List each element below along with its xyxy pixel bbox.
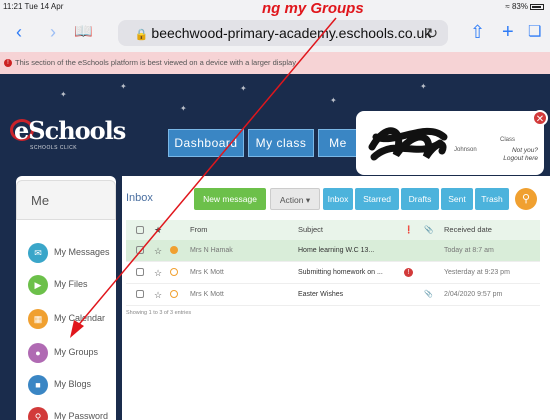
star-icon[interactable]: ☆ — [154, 240, 162, 262]
row-received: 2/04/2020 9:57 pm — [444, 291, 503, 298]
row-received: Today at 8:7 am — [444, 247, 494, 254]
table-row[interactable]: ☆ Mrs N Hamak Home learning W.C 13... To… — [126, 240, 540, 262]
row-from: Mrs K Mott — [190, 269, 224, 276]
battery-indicator: ≈ 83% — [505, 2, 544, 11]
sidebar-title: Me — [16, 180, 116, 220]
sidebar: Me ✉ My Messages ▶ My Files ▦ My Calendar ●… — [16, 176, 116, 420]
user-name: Johnson — [454, 147, 477, 153]
new-tab-icon[interactable]: + — [502, 21, 514, 43]
sidebar-item-my-files[interactable]: ▶ My Files — [28, 272, 128, 296]
tab-sent[interactable]: Sent — [441, 188, 473, 210]
star-icon: ✦ — [180, 104, 187, 113]
star-column-icon: ★ — [154, 225, 163, 235]
user-panel: Johnson Class Not you? Logout here — [356, 111, 544, 175]
sidebar-item-my-calendar[interactable]: ▦ My Calendar — [28, 306, 128, 330]
inbox-title: Inbox — [126, 192, 153, 204]
tab-drafts[interactable]: Drafts — [401, 188, 439, 210]
status-time: 11:21 Tue 14 Apr — [3, 2, 64, 11]
message-table: ★ From Subject ❗ 📎 Received date ☆ Mrs N… — [126, 220, 540, 306]
column-received-date[interactable]: Received date — [444, 220, 492, 240]
display-notice: ! This section of the eSchools platform i… — [0, 52, 550, 74]
url-text: beechwood-primary-academy.eschools.co.uk — [151, 25, 432, 41]
row-received: Yesterday at 9:23 pm — [444, 269, 510, 276]
table-row[interactable]: ☆ Mrs K Mott Submitting homework on ... … — [126, 262, 540, 284]
address-bar[interactable]: 🔒 beechwood-primary-academy.eschools.co.u… — [118, 20, 448, 46]
read-flag-icon — [170, 290, 178, 299]
folder-icon: ▶ — [28, 274, 48, 295]
back-icon[interactable]: ‹ — [16, 21, 22, 43]
groups-icon: ● — [28, 342, 48, 363]
sidebar-item-my-messages[interactable]: ✉ My Messages — [28, 240, 128, 264]
row-subject[interactable]: Home learning W.C 13... — [298, 240, 374, 262]
table-header: ★ From Subject ❗ 📎 Received date — [126, 220, 540, 240]
battery-icon — [530, 3, 544, 10]
tab-starred[interactable]: Starred — [355, 188, 399, 210]
logout-link[interactable]: Not you? Logout here — [496, 147, 538, 163]
row-subject[interactable]: Easter Wishes — [298, 284, 343, 306]
nav-my-class[interactable]: My class — [248, 129, 314, 157]
star-icon: ✦ — [330, 96, 337, 105]
eschools-logo[interactable]: eSchools SCHOOLS CLICK — [14, 116, 126, 151]
star-icon: ✦ — [120, 82, 127, 91]
column-from[interactable]: From — [190, 220, 208, 240]
sidebar-item-my-groups[interactable]: ● My Groups — [28, 340, 128, 364]
star-icon[interactable]: ☆ — [154, 284, 162, 306]
star-icon: ✦ — [420, 82, 427, 91]
sidebar-item-my-blogs[interactable]: ■ My Blogs — [28, 372, 128, 396]
unread-flag-icon — [170, 246, 178, 255]
tab-trash[interactable]: Trash — [475, 188, 509, 210]
bookmarks-icon[interactable]: 📖 — [74, 21, 93, 43]
row-checkbox[interactable] — [136, 290, 144, 299]
attachment-icon: 📎 — [424, 291, 433, 298]
tab-inbox[interactable]: Inbox — [323, 188, 353, 210]
info-icon: ! — [4, 59, 12, 68]
alert-icon: ! — [404, 267, 413, 277]
entries-summary: Showing 1 to 3 of 3 entries — [126, 310, 192, 316]
nav-dashboard[interactable]: Dashboard — [168, 129, 244, 157]
row-checkbox[interactable] — [136, 268, 144, 277]
row-from: Mrs K Mott — [190, 291, 224, 298]
envelope-icon: ✉ — [28, 242, 48, 263]
new-message-button[interactable]: New message — [194, 188, 266, 210]
tabs-icon[interactable]: ❏ — [528, 21, 541, 43]
row-checkbox[interactable] — [136, 246, 144, 255]
redacted-name-scribble — [368, 127, 448, 161]
close-icon[interactable]: ✕ — [532, 110, 548, 126]
select-all-checkbox[interactable] — [136, 226, 144, 235]
sidebar-item-my-password[interactable]: ⚲ My Password — [28, 404, 128, 420]
table-row[interactable]: ☆ Mrs K Mott Easter Wishes 📎 2/04/2020 9… — [126, 284, 540, 306]
share-icon[interactable]: ⇧ — [470, 21, 485, 43]
action-dropdown[interactable]: Action ▾ — [270, 188, 320, 210]
row-from: Mrs N Hamak — [190, 247, 233, 254]
calendar-icon: ▦ — [28, 308, 48, 329]
annotation-text: ng my Groups — [262, 0, 364, 17]
user-class: Class — [500, 137, 516, 143]
main-area: Me ✉ My Messages ▶ My Files ▦ My Calendar ●… — [0, 176, 550, 420]
nav-me[interactable]: Me — [318, 129, 358, 157]
attachment-column-icon: 📎 — [424, 225, 434, 234]
star-icon[interactable]: ☆ — [154, 262, 162, 284]
reload-icon[interactable]: ↻ — [426, 20, 438, 46]
key-icon: ⚲ — [28, 406, 48, 420]
search-icon[interactable]: ⚲ — [515, 188, 537, 210]
lock-icon: 🔒 — [134, 29, 149, 41]
blog-icon: ■ — [28, 374, 48, 395]
forward-icon[interactable]: › — [50, 21, 56, 43]
inbox-panel: Inbox New message Action ▾ Inbox Starred… — [122, 176, 550, 420]
star-icon: ✦ — [60, 90, 67, 99]
alert-column-icon: ❗ — [404, 225, 414, 234]
row-subject[interactable]: Submitting homework on ... — [298, 262, 383, 284]
column-subject[interactable]: Subject — [298, 220, 323, 240]
browser-toolbar: ‹ › 📖 🔒 beechwood-primary-academy.eschool… — [0, 14, 550, 52]
read-flag-icon — [170, 268, 178, 277]
star-icon: ✦ — [240, 84, 247, 93]
